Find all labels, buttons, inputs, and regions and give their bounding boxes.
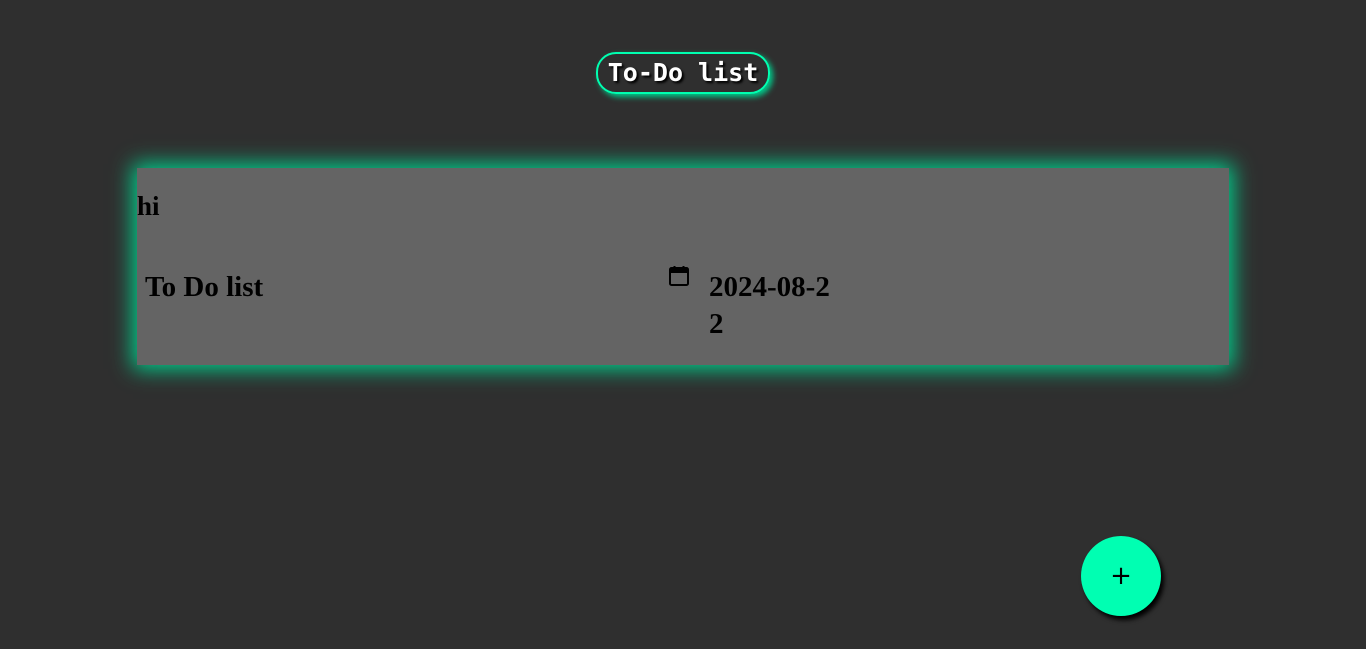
calendar-icon[interactable]	[667, 264, 691, 288]
todo-text: To Do list	[145, 271, 264, 303]
todo-date[interactable]: 2024-08-22	[709, 269, 839, 343]
add-todo-button[interactable]: +	[1081, 536, 1161, 616]
todo-heading: hi	[137, 191, 160, 221]
page-title: To-Do list	[595, 52, 771, 94]
todo-card: hi To Do list 2024-08-22	[137, 168, 1229, 365]
header: To-Do list	[0, 52, 1366, 94]
